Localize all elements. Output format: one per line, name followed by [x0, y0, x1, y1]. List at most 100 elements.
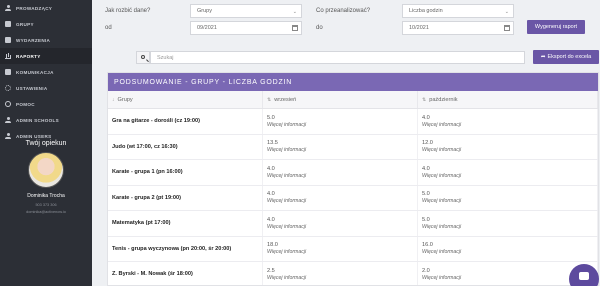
more-info-link[interactable]: Więcej informacji: [422, 249, 597, 255]
column-header-october[interactable]: ⇅ październik: [418, 91, 598, 108]
column-header-groups[interactable]: ↓ Grupy: [108, 91, 263, 108]
help-icon: [5, 101, 11, 107]
analyze-select[interactable]: Liczba godzin ⌄: [402, 4, 514, 18]
sidebar-item-prowadzacy[interactable]: PROWADZĄCY: [0, 0, 92, 16]
to-label: do: [316, 25, 323, 31]
hours-value: 5.0: [267, 114, 275, 121]
search-input[interactable]: Szukaj: [150, 51, 525, 64]
hours-value: 4.0: [422, 165, 430, 172]
calendar-icon[interactable]: [504, 25, 510, 31]
table-row: Z. Byrski - M. Nowak (śr 18:00) 2.5 Więce…: [108, 262, 598, 285]
hours-value: 5.0: [422, 216, 430, 223]
more-info-link[interactable]: Więcej informacji: [422, 198, 597, 204]
column-label: wrzesień: [274, 96, 297, 103]
generate-report-button[interactable]: Wygeneruj raport: [527, 20, 585, 34]
mail-icon: [5, 69, 11, 75]
sidebar-item-label: WYDARZENIA: [16, 37, 51, 43]
sidebar: PROWADZĄCY GRUPY WYDARZENIA RAPORTY KOMU…: [0, 0, 92, 286]
breakdown-value: Grupy: [197, 8, 212, 14]
sidebar-item-grupy[interactable]: GRUPY: [0, 16, 92, 32]
more-info-link[interactable]: Więcej informacji: [267, 198, 417, 204]
hours-value: 12.0: [422, 140, 433, 147]
breakdown-label: Jak rozbić dane?: [105, 8, 151, 14]
sidebar-item-label: RAPORTY: [16, 53, 41, 59]
sort-icon: ⇅: [422, 96, 427, 103]
chevron-down-icon: ⌄: [292, 9, 297, 15]
table-row: Tenis - grupa wyczynowa (pn 20:00, śr 20…: [108, 236, 598, 262]
export-excel-button[interactable]: ➦ Eksport do excela: [533, 50, 599, 64]
analyze-label: Co przeanalizować?: [316, 8, 371, 14]
sidebar-item-label: GRUPY: [16, 21, 34, 27]
sidebar-item-pomoc[interactable]: POMOC: [0, 96, 92, 112]
export-icon: ➦: [540, 54, 546, 60]
column-label: Grupy: [117, 96, 133, 103]
more-info-link[interactable]: Więcej informacji: [422, 122, 597, 128]
table-row: Karate - grupa 2 (pt 19:00) 4.0 Więcej in…: [108, 185, 598, 211]
group-name: Z. Byrski - M. Nowak (śr 18:00): [112, 271, 193, 278]
sidebar-item-label: PROWADZĄCY: [16, 5, 53, 11]
sort-icon: ⇅: [267, 96, 272, 103]
table-row: Karate - grupa 1 (pn 16:00) 4.0 Więcej in…: [108, 160, 598, 186]
sidebar-item-label: KOMUNIKACJA: [16, 69, 54, 75]
chevron-down-icon: ⌄: [504, 9, 509, 15]
tutor-phone: 503 373 306: [35, 203, 57, 207]
tutor-title: Twój opiekun: [25, 140, 67, 147]
tutor-card: Twój opiekun Dominika Trocha 503 373 306…: [0, 140, 92, 214]
from-date-value: 09/2021: [197, 25, 217, 31]
hours-value: 4.0: [267, 216, 275, 223]
chart-icon: [5, 53, 11, 59]
column-header-september[interactable]: ⇅ wrzesień: [263, 91, 418, 108]
chat-bubble-icon[interactable]: [569, 264, 599, 286]
sort-icon: ↓: [112, 96, 115, 103]
summary-panel: PODSUMOWANIE - GRUPY - LICZBA GODZIN ↓ G…: [107, 72, 599, 286]
tutor-email[interactable]: dominika@activenow.io: [0, 210, 92, 214]
calendar-icon[interactable]: [292, 25, 298, 31]
more-info-link[interactable]: Więcej informacji: [422, 224, 597, 230]
more-info-link[interactable]: Więcej informacji: [422, 173, 597, 179]
sidebar-item-ustawienia[interactable]: USTAWIENIA: [0, 80, 92, 96]
more-info-link[interactable]: Więcej informacji: [267, 173, 417, 179]
more-info-link[interactable]: Więcej informacji: [267, 275, 417, 281]
sidebar-item-admin-schools[interactable]: ADMIN SCHOOLS: [0, 112, 92, 128]
group-name: Matematyka (pt 17:00): [112, 220, 171, 227]
hours-value: 18.0: [267, 242, 278, 249]
more-info-link[interactable]: Więcej informacji: [267, 224, 417, 230]
table-row: Judo (wt 17:00, cz 16:30) 13.5 Więcej inf…: [108, 134, 598, 160]
search-button[interactable]: [136, 51, 150, 64]
to-date-field[interactable]: 10/2021: [402, 21, 514, 35]
from-label: od: [105, 25, 112, 31]
more-info-link[interactable]: Więcej informacji: [267, 249, 417, 255]
sidebar-item-wydarzenia[interactable]: WYDARZENIA: [0, 32, 92, 48]
hours-value: 13.5: [267, 140, 278, 147]
panel-title: PODSUMOWANIE - GRUPY - LICZBA GODZIN: [108, 73, 598, 91]
group-name: Karate - grupa 1 (pn 16:00): [112, 169, 183, 176]
calendar-icon: [5, 37, 11, 43]
hours-value: 4.0: [267, 165, 275, 172]
sidebar-item-raporty[interactable]: RAPORTY: [0, 48, 92, 64]
more-info-link[interactable]: Więcej informacji: [422, 147, 597, 153]
more-info-link[interactable]: Więcej informacji: [267, 122, 417, 128]
sidebar-item-label: ADMIN SCHOOLS: [16, 117, 59, 123]
table-row: Matematyka (pt 17:00) 4.0 Więcej informac…: [108, 211, 598, 237]
breakdown-select[interactable]: Grupy ⌄: [190, 4, 302, 18]
from-date-field[interactable]: 09/2021: [190, 21, 302, 35]
more-info-link[interactable]: Więcej informacji: [267, 147, 417, 153]
tutor-name: Dominika Trocha: [27, 193, 65, 199]
user-icon: [5, 5, 11, 11]
group-icon: [5, 21, 11, 27]
table-row: Gra na gitarze - dorośli (cz 19:00) 5.0 W…: [108, 109, 598, 135]
school-icon: [5, 117, 11, 123]
table-header: ↓ Grupy ⇅ wrzesień ⇅ październik: [108, 91, 598, 109]
gear-icon: [5, 85, 11, 91]
sidebar-item-label: ADMIN USERS: [16, 133, 52, 139]
hours-value: 2.5: [267, 267, 275, 274]
to-date-value: 10/2021: [409, 25, 429, 31]
sidebar-item-komunikacja[interactable]: KOMUNIKACJA: [0, 64, 92, 80]
export-label: Eksport do excela: [547, 54, 592, 60]
group-name: Gra na gitarze - dorośli (cz 19:00): [112, 118, 200, 125]
hours-value: 16.0: [422, 242, 433, 249]
group-name: Tenis - grupa wyczynowa (pn 20:00, śr 20…: [112, 245, 232, 252]
users-icon: [5, 133, 11, 139]
hours-value: 4.0: [267, 191, 275, 198]
hours-value: 4.0: [422, 114, 430, 121]
